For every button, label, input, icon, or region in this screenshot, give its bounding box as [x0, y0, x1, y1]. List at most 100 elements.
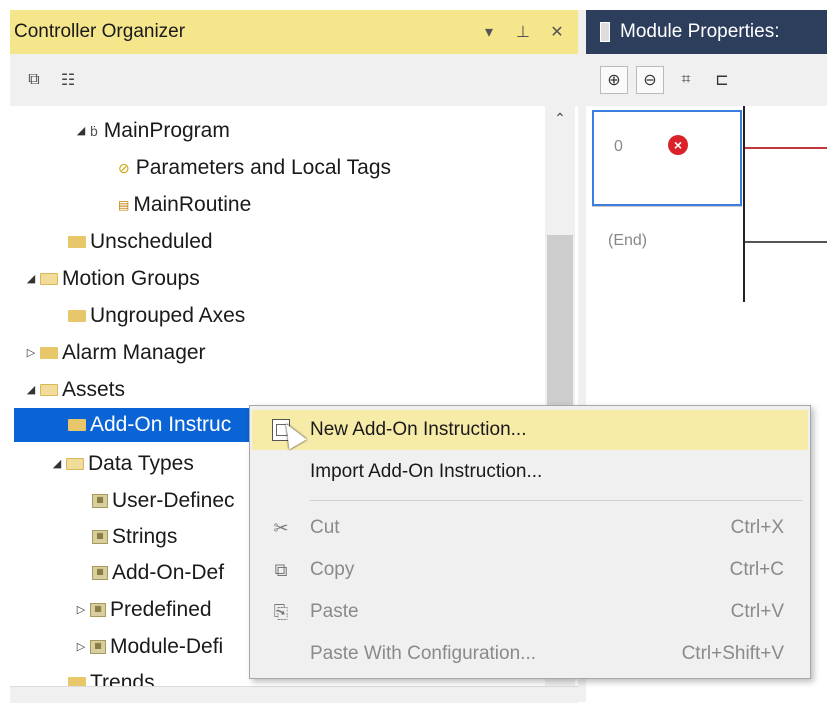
- tree-item-motion-groups[interactable]: ◢ Motion Groups: [22, 262, 200, 296]
- tree-item-user-defined[interactable]: ▦ User-Definec: [92, 484, 235, 518]
- tree-item-label: Assets: [62, 378, 126, 401]
- type-icon: ▦: [92, 494, 108, 508]
- scroll-up-icon[interactable]: ⌃: [550, 110, 570, 130]
- pin-icon[interactable]: ⊥: [510, 22, 536, 42]
- type-icon: ▦: [92, 530, 108, 544]
- menu-item-shortcut: Ctrl+C: [729, 559, 784, 580]
- tree-item-label: Ungrouped Axes: [90, 304, 246, 327]
- type-icon: ▦: [90, 603, 106, 617]
- folder-icon: [40, 347, 58, 359]
- tree-item-label: Alarm Manager: [62, 341, 206, 364]
- chevron-down-icon[interactable]: ▾: [476, 22, 502, 42]
- tree-item-data-types[interactable]: ◢ Data Types: [48, 447, 194, 481]
- end-rung-wire: [745, 241, 827, 243]
- cut-icon: ✂: [273, 517, 289, 538]
- copy-icon: ⧉: [274, 559, 288, 580]
- menu-item-label: Cut: [310, 517, 340, 538]
- tree-item-label: Predefined: [110, 598, 212, 621]
- collapse-arrow-icon[interactable]: ▷: [22, 336, 40, 370]
- close-icon[interactable]: ✕: [544, 22, 570, 42]
- tree-item-strings[interactable]: ▦ Strings: [92, 520, 177, 554]
- type-icon: ▦: [90, 640, 106, 654]
- expand-arrow-icon[interactable]: ◢: [22, 373, 40, 407]
- menu-item-paste[interactable]: ⎘ Paste Ctrl+V: [252, 592, 808, 632]
- routine-icon: ▤: [118, 198, 130, 212]
- branch-icon[interactable]: ⊏: [708, 66, 736, 94]
- menu-item-label: New Add-On Instruction...: [310, 419, 527, 440]
- collapse-all-icon[interactable]: ⧉: [20, 67, 48, 93]
- folder-icon: [68, 419, 86, 431]
- show-list-icon[interactable]: ☷: [54, 67, 82, 93]
- collapse-arrow-icon[interactable]: ▷: [72, 630, 90, 664]
- ladder-toolbar: ⊕ ⊖ ⌗ ⊏: [586, 54, 827, 106]
- tree-item-mainroutine[interactable]: ▤ MainRoutine: [118, 188, 251, 222]
- tree-item-parameters[interactable]: ⊘ Parameters and Local Tags: [118, 151, 391, 185]
- expand-arrow-icon[interactable]: ◢: [22, 262, 40, 296]
- folder-icon: [68, 677, 86, 686]
- folder-open-icon: [66, 458, 84, 470]
- menu-separator: [310, 500, 802, 501]
- tag-icon: ⊘: [118, 160, 130, 176]
- tree-item-label: Unscheduled: [90, 230, 213, 253]
- tree-item-label: Motion Groups: [62, 267, 200, 290]
- tree-item-add-on-defined[interactable]: ▦ Add-On-Def: [92, 556, 224, 590]
- tree-item-module-defined[interactable]: ▷ ▦ Module-Defi: [72, 630, 223, 664]
- tree-item-label: MainProgram: [103, 119, 230, 142]
- menu-item-label: Import Add-On Instruction...: [310, 461, 543, 482]
- tree-item-label: Add-On-Def: [112, 561, 225, 584]
- module-properties-titlebar: Module Properties:: [586, 10, 827, 54]
- tree-item-label: Parameters and Local Tags: [135, 156, 391, 179]
- menu-item-paste-with-configuration[interactable]: Paste With Configuration... Ctrl+Shift+V: [252, 634, 808, 674]
- program-icon: ḃ: [90, 123, 98, 139]
- controller-icon: [600, 22, 610, 42]
- organizer-title: Controller Organizer: [14, 21, 186, 42]
- tree-item-label: User-Definec: [112, 489, 235, 512]
- rung-0-wire: [745, 147, 827, 149]
- rung-number: 0: [614, 138, 623, 155]
- tree-item-label: MainRoutine: [133, 193, 252, 216]
- organizer-toolbar: ⧉ ☷: [10, 54, 578, 106]
- tree-item-ungrouped-axes[interactable]: Ungrouped Axes: [68, 299, 245, 333]
- grid-icon[interactable]: ⌗: [672, 66, 700, 94]
- tree-item-predefined[interactable]: ▷ ▦ Predefined: [72, 593, 212, 627]
- tree-item-label: Module-Defi: [110, 635, 224, 658]
- tree-item-unscheduled[interactable]: Unscheduled: [68, 225, 213, 259]
- tree-item-label: Strings: [112, 525, 178, 548]
- folder-icon: [68, 310, 86, 322]
- menu-item-import-add-on-instruction[interactable]: Import Add-On Instruction...: [252, 452, 808, 492]
- zoom-in-icon[interactable]: ⊕: [600, 66, 628, 94]
- context-menu: New Add-On Instruction... Import Add-On …: [249, 405, 811, 679]
- horizontal-scrollbar[interactable]: [10, 686, 578, 703]
- folder-open-icon: [40, 273, 58, 285]
- menu-item-copy[interactable]: ⧉ Copy Ctrl+C: [252, 550, 808, 590]
- menu-item-new-add-on-instruction[interactable]: New Add-On Instruction...: [252, 410, 808, 450]
- folder-icon: [68, 236, 86, 248]
- tree-item-alarm-manager[interactable]: ▷ Alarm Manager: [22, 336, 206, 370]
- menu-item-cut[interactable]: ✂ Cut Ctrl+X: [252, 508, 808, 548]
- end-rung-label: (End): [608, 232, 648, 249]
- menu-item-label: Copy: [310, 559, 355, 580]
- folder-open-icon: [40, 384, 58, 396]
- paste-icon: ⎘: [273, 601, 289, 622]
- left-power-rail: [743, 106, 745, 302]
- module-properties-title: Module Properties:: [620, 21, 780, 42]
- rung-0[interactable]: [592, 110, 742, 206]
- tree-item-label: Trends: [90, 671, 155, 686]
- organizer-titlebar: Controller Organizer ▾ ⊥ ✕: [10, 10, 578, 54]
- menu-item-label: Paste: [310, 601, 359, 622]
- tree-item-label: Add-On Instruc: [90, 413, 232, 436]
- tree-item-mainprogram[interactable]: ◢ ḃ MainProgram: [72, 114, 542, 148]
- tree-item-assets[interactable]: ◢ Assets: [22, 373, 125, 407]
- expand-arrow-icon[interactable]: ◢: [48, 447, 66, 481]
- menu-item-shortcut: Ctrl+V: [730, 601, 784, 622]
- tree-item-label: Data Types: [88, 452, 194, 475]
- zoom-out-icon[interactable]: ⊖: [636, 66, 664, 94]
- expand-arrow-icon[interactable]: ◢: [72, 114, 90, 148]
- tree-item-trends[interactable]: Trends: [68, 666, 155, 686]
- menu-item-shortcut: Ctrl+Shift+V: [681, 643, 784, 664]
- rung-divider: [592, 206, 742, 207]
- menu-item-shortcut: Ctrl+X: [730, 517, 784, 538]
- type-icon: ▦: [92, 566, 108, 580]
- collapse-arrow-icon[interactable]: ▷: [72, 593, 90, 627]
- menu-item-label: Paste With Configuration...: [310, 643, 536, 664]
